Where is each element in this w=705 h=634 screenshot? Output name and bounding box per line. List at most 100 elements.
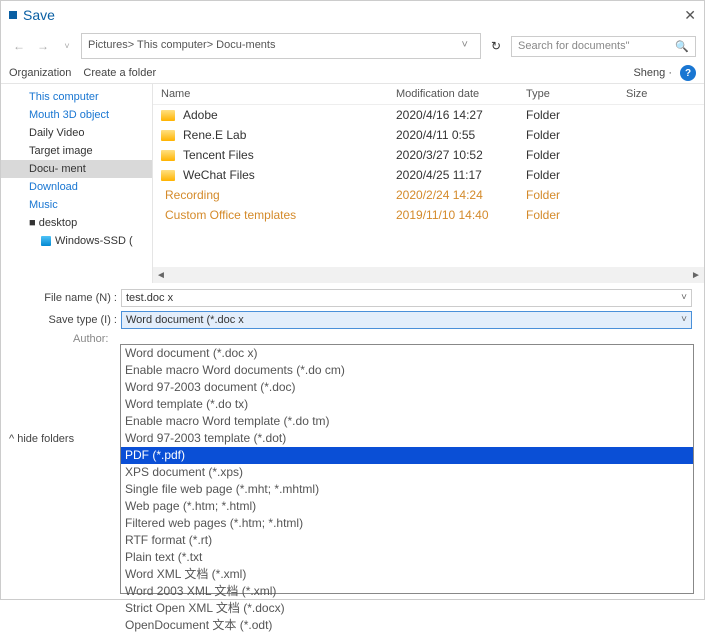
savetype-option[interactable]: Plain text (*.txt (121, 549, 693, 566)
savetype-option[interactable]: XPS document (*.xps) (121, 464, 693, 481)
sidebar-item[interactable]: This computer (1, 88, 152, 106)
search-input[interactable]: Search for documents" 🔍 (511, 36, 696, 57)
organization-button[interactable]: Organization (9, 67, 71, 79)
sidebar-item-label: ■ desktop (29, 217, 77, 229)
close-button[interactable]: ✕ (684, 7, 696, 24)
sidebar-item[interactable]: Download (1, 178, 152, 196)
sidebar-item[interactable]: Music (1, 196, 152, 214)
savetype-option[interactable]: RTF format (*.rt) (121, 532, 693, 549)
sidebar-item-label: Target image (29, 145, 93, 157)
savetype-option[interactable]: Enable macro Word template (*.do tm) (121, 413, 693, 430)
sidebar-item[interactable]: Target image (1, 142, 152, 160)
file-type: Folder (526, 168, 626, 182)
create-folder-button[interactable]: Create a folder (83, 67, 156, 79)
titlebar: Save ✕ (1, 1, 704, 29)
col-size[interactable]: Size (626, 88, 696, 100)
savetype-option[interactable]: OpenDocument 文本 (*.odt) (121, 617, 693, 634)
sidebar: This computer Mouth 3D object Daily Video T… (1, 84, 153, 283)
back-button[interactable]: ← (9, 36, 29, 56)
toolbar: Organization Create a folder Sheng · ? (1, 63, 704, 83)
chevron-down-icon[interactable]: ˅ (681, 314, 687, 325)
savetype-combo[interactable]: Word document (*.doc x ˅ (121, 311, 692, 329)
sidebar-item[interactable]: Daily Video (1, 124, 152, 142)
save-dialog: Save ✕ ← → ˅ Pictures> This computer> Do… (0, 0, 705, 600)
file-mod: 2020/4/16 14:27 (396, 108, 526, 122)
col-mod[interactable]: Modification date (396, 88, 526, 100)
file-type: Folder (526, 188, 626, 202)
folder-icon (161, 110, 175, 121)
sidebar-item[interactable]: ■ desktop (1, 214, 152, 232)
col-type[interactable]: Type (526, 88, 626, 100)
sidebar-item-label: Daily Video (29, 127, 84, 139)
file-mod: 2020/4/25 11:17 (396, 168, 526, 182)
folder-icon (161, 150, 175, 161)
savetype-option[interactable]: PDF (*.pdf) (121, 447, 693, 464)
file-row[interactable]: Recording2020/2/24 14:24Folder (153, 185, 704, 205)
sidebar-item[interactable]: Mouth 3D object (1, 106, 152, 124)
savetype-option[interactable]: Word XML 文档 (*.xml) (121, 566, 693, 583)
scroll-left-icon[interactable]: ◄ (153, 270, 169, 281)
savetype-option[interactable]: Word document (*.doc x) (121, 345, 693, 362)
path-box[interactable]: Pictures> This computer> Docu-ments ˅ (81, 33, 481, 59)
search-icon[interactable]: 🔍 (675, 40, 689, 53)
file-name: Rene.E Lab (183, 128, 246, 142)
savetype-option[interactable]: Word 2003 XML 文档 (*.xml) (121, 583, 693, 600)
sidebar-item-label: This computer (29, 91, 99, 103)
main-area: This computer Mouth 3D object Daily Video T… (1, 83, 704, 283)
savetype-option[interactable]: Filtered web pages (*.htm; *.html) (121, 515, 693, 532)
path-text: Pictures> This computer> Docu-ments (88, 39, 275, 52)
sidebar-item[interactable]: Docu- ment (1, 160, 152, 178)
nav-bar: ← → ˅ Pictures> This computer> Docu-ment… (1, 29, 704, 63)
file-row[interactable]: WeChat Files 2020/4/25 11:17Folder (153, 165, 704, 185)
sidebar-item[interactable]: Windows-SSD ( (1, 232, 152, 250)
h-scrollbar[interactable]: ◄ ► (153, 267, 704, 283)
filename-label: File name (N) : (13, 292, 121, 304)
file-row[interactable]: Tencent Files2020/3/27 10:52Folder (153, 145, 704, 165)
savetype-option[interactable]: Single file web page (*.mht; *.mhtml) (121, 481, 693, 498)
savetype-option[interactable]: Word 97-2003 document (*.doc) (121, 379, 693, 396)
savetype-option[interactable]: Word template (*.do tx) (121, 396, 693, 413)
history-dropdown[interactable]: ˅ (57, 36, 77, 56)
filename-input[interactable]: test.doc x ˅ (121, 289, 692, 307)
sidebar-item-label: Mouth 3D object (29, 109, 109, 121)
savetype-option[interactable]: Enable macro Word documents (*.do cm) (121, 362, 693, 379)
savetype-label: Save type (I) : (13, 314, 121, 326)
file-row[interactable]: Adobe 2020/4/16 14:27Folder (153, 105, 704, 125)
file-type: Folder (526, 208, 626, 222)
help-button[interactable]: ? (680, 65, 696, 81)
chevron-down-icon[interactable]: ˅ (681, 292, 687, 303)
user-label: Sheng · (633, 67, 672, 79)
sidebar-item-label: Music (29, 199, 58, 211)
sidebar-item-label: Windows-SSD ( (55, 235, 133, 247)
file-name: Adobe (183, 108, 218, 122)
file-type: Folder (526, 148, 626, 162)
file-name: Recording (165, 188, 220, 202)
file-row[interactable]: Rene.E Lab2020/4/11 0:55Folder (153, 125, 704, 145)
file-type: Folder (526, 108, 626, 122)
path-dropdown-icon[interactable]: ˅ (456, 39, 474, 52)
folder-icon (161, 130, 175, 141)
refresh-button[interactable]: ↻ (485, 39, 507, 53)
sidebar-item-label: Download (29, 181, 78, 193)
search-placeholder: Search for documents" (518, 40, 630, 52)
file-list: Name Modification date Type Size Adobe 20… (153, 84, 704, 283)
savetype-option[interactable]: Strict Open XML 文档 (*.docx) (121, 600, 693, 617)
savetype-dropdown[interactable]: Word document (*.doc x)Enable macro Word… (120, 344, 694, 594)
forward-button[interactable]: → (33, 36, 53, 56)
file-type: Folder (526, 128, 626, 142)
file-name: Custom Office templates (165, 208, 296, 222)
hide-folders-button[interactable]: ^ hide folders (9, 433, 74, 445)
file-name: Tencent Files (183, 148, 254, 162)
app-icon (9, 11, 17, 19)
file-mod: 2019/11/10 14:40 (396, 208, 526, 222)
dialog-title: Save (23, 7, 55, 23)
file-name: WeChat Files (183, 168, 255, 182)
form-area: File name (N) : test.doc x ˅ Save type (… (1, 283, 704, 351)
savetype-option[interactable]: Web page (*.htm; *.html) (121, 498, 693, 515)
col-name[interactable]: Name (161, 88, 396, 100)
savetype-option[interactable]: Word 97-2003 template (*.dot) (121, 430, 693, 447)
folder-icon (161, 170, 175, 181)
scroll-right-icon[interactable]: ► (688, 270, 704, 281)
file-row[interactable]: Custom Office templates 2019/11/10 14:40F… (153, 205, 704, 225)
file-list-header: Name Modification date Type Size (153, 84, 704, 105)
